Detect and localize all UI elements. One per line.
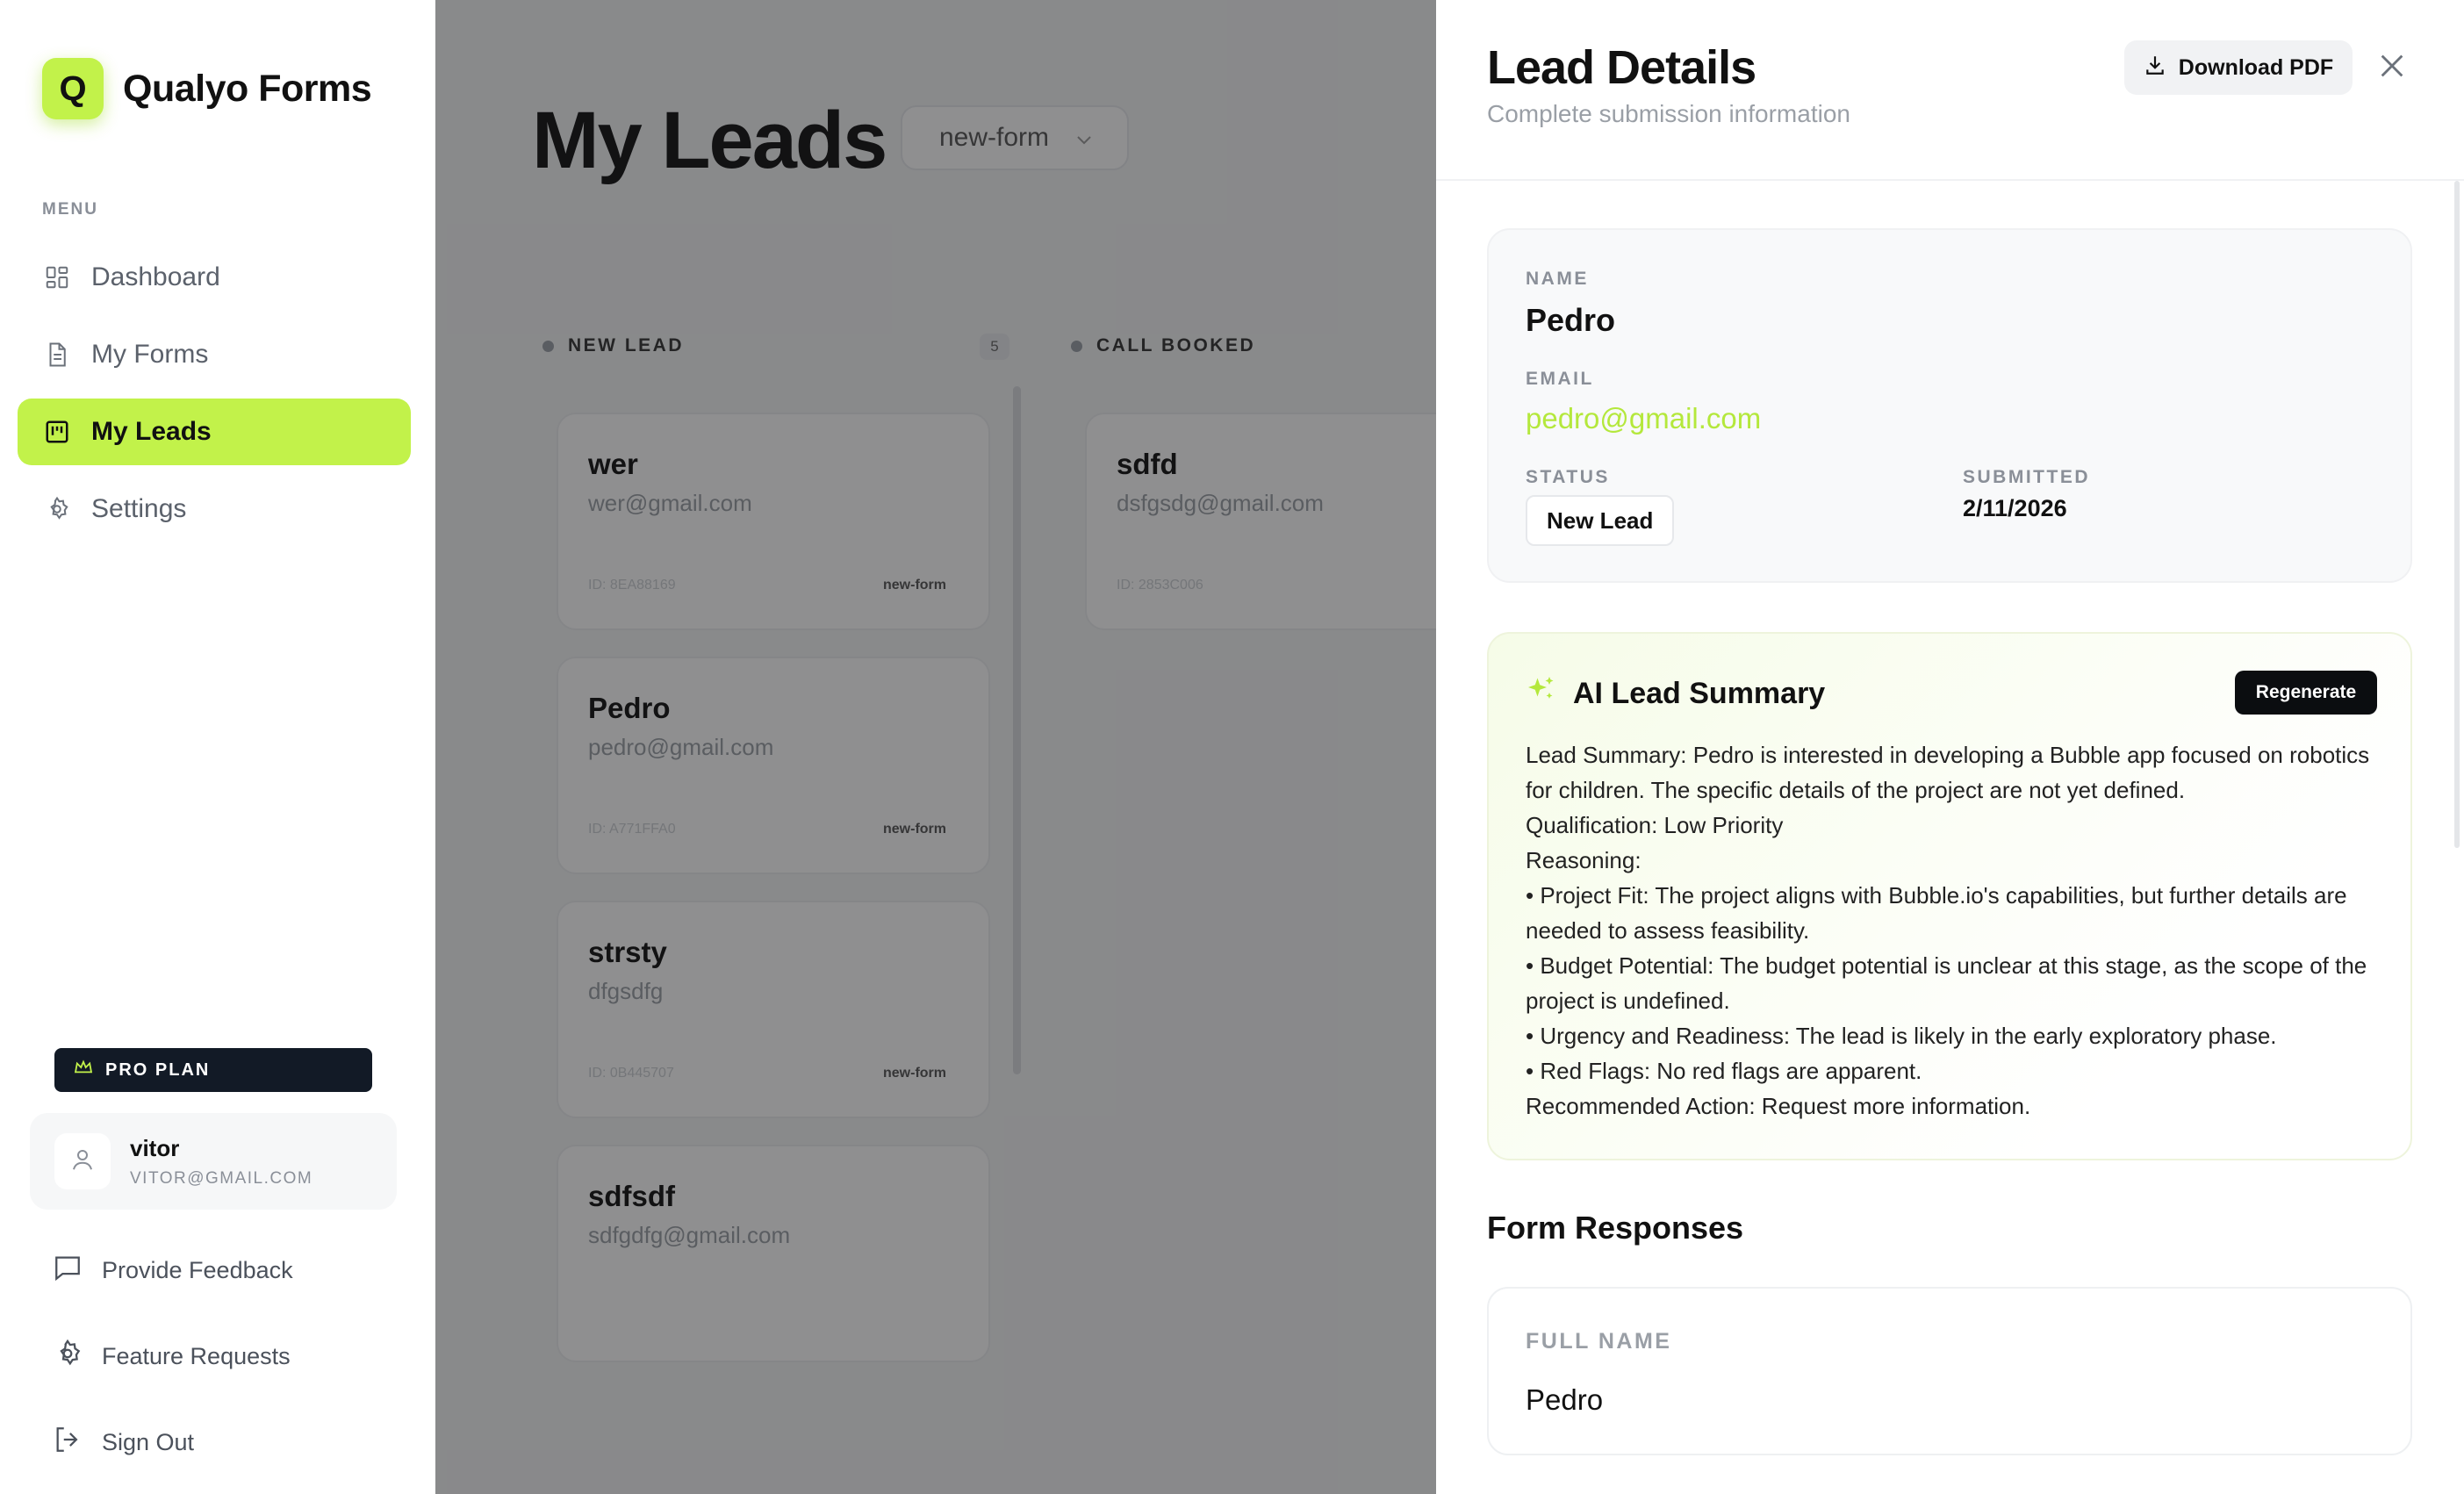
sidebar-item-label: My Leads bbox=[91, 417, 212, 446]
response-label: FULL NAME bbox=[1526, 1329, 1672, 1354]
summary-line: Lead Summary: Pedro is interested in dev… bbox=[1526, 742, 2370, 803]
crown-icon bbox=[74, 1059, 93, 1081]
response-card: FULL NAME Pedro bbox=[1487, 1287, 2412, 1455]
sidebar-footer: Provide Feedback Feature Requests Sign O… bbox=[53, 1227, 293, 1485]
divider bbox=[1436, 179, 2464, 181]
gear-icon bbox=[53, 1339, 83, 1375]
ai-summary-card: AI Lead Summary Regenerate Lead Summary:… bbox=[1487, 632, 2412, 1160]
user-profile-card[interactable]: vitor VITOR@GMAIL.COM bbox=[30, 1113, 397, 1210]
sidebar-item-label: Settings bbox=[91, 494, 187, 523]
summary-line: Qualification: Low Priority bbox=[1526, 812, 1784, 838]
drawer-title: Lead Details bbox=[1487, 41, 1756, 94]
user-email: VITOR@GMAIL.COM bbox=[130, 1168, 313, 1188]
brand-logo: Q bbox=[42, 58, 104, 119]
close-icon bbox=[2377, 51, 2407, 85]
provide-feedback-label: Provide Feedback bbox=[102, 1256, 293, 1283]
pro-plan-label: PRO PLAN bbox=[105, 1059, 211, 1080]
user-name: vitor bbox=[130, 1134, 180, 1161]
sign-out-icon bbox=[53, 1425, 83, 1461]
drawer-scrollbar[interactable] bbox=[2454, 181, 2460, 848]
name-value: Pedro bbox=[1526, 302, 1616, 338]
feature-requests-label: Feature Requests bbox=[102, 1342, 291, 1369]
sidebar-item-my-forms[interactable]: My Forms bbox=[18, 321, 411, 388]
status-label: STATUS bbox=[1526, 467, 1610, 487]
submitted-date: 2/11/2026 bbox=[1963, 495, 2067, 521]
download-pdf-button[interactable]: Download PDF bbox=[2124, 40, 2353, 95]
dashboard-grid-icon bbox=[42, 262, 72, 292]
summary-bullet: Urgency and Readiness: The lead is likel… bbox=[1526, 1018, 2386, 1053]
close-button[interactable] bbox=[2372, 47, 2412, 88]
response-value: Pedro bbox=[1526, 1383, 1604, 1416]
sign-out-link[interactable]: Sign Out bbox=[53, 1399, 293, 1485]
brand-logo-letter: Q bbox=[59, 68, 87, 108]
sidebar-item-dashboard[interactable]: Dashboard bbox=[18, 244, 411, 311]
sidebar-nav: Dashboard My Forms My Leads Settings bbox=[18, 244, 411, 553]
sign-out-label: Sign Out bbox=[102, 1428, 195, 1455]
pro-plan-badge[interactable]: PRO PLAN bbox=[54, 1048, 372, 1092]
download-pdf-label: Download PDF bbox=[2178, 54, 2334, 80]
name-label: NAME bbox=[1526, 269, 1589, 289]
sidebar-item-label: Dashboard bbox=[91, 262, 220, 291]
regenerate-button[interactable]: Regenerate bbox=[2235, 671, 2377, 715]
form-responses-title: Form Responses bbox=[1487, 1210, 1744, 1246]
menu-section-label: MENU bbox=[42, 200, 98, 219]
document-icon bbox=[42, 340, 72, 370]
submitted-label: SUBMITTED bbox=[1963, 467, 2090, 487]
status-badge[interactable]: New Lead bbox=[1526, 495, 1675, 546]
brand-name: Qualyo Forms bbox=[123, 67, 372, 110]
gear-icon bbox=[42, 494, 72, 524]
kanban-board-icon bbox=[42, 417, 72, 447]
sidebar-item-my-leads[interactable]: My Leads bbox=[18, 399, 411, 465]
summary-bullet: Budget Potential: The budget potential i… bbox=[1526, 948, 2386, 1018]
email-label: EMAIL bbox=[1526, 369, 1594, 389]
lead-info-card: NAME Pedro EMAIL pedro@gmail.com STATUS … bbox=[1487, 228, 2412, 583]
provide-feedback-link[interactable]: Provide Feedback bbox=[53, 1227, 293, 1313]
feature-requests-link[interactable]: Feature Requests bbox=[53, 1313, 293, 1399]
lead-details-drawer: Lead Details Complete submission informa… bbox=[1436, 0, 2464, 1494]
user-icon bbox=[69, 1146, 96, 1177]
email-link[interactable]: pedro@gmail.com bbox=[1526, 402, 1761, 435]
sparkles-icon bbox=[1526, 674, 1557, 714]
summary-line: Recommended Action: Request more informa… bbox=[1526, 1093, 2031, 1119]
sidebar-item-label: My Forms bbox=[91, 340, 209, 369]
sidebar-item-settings[interactable]: Settings bbox=[18, 476, 411, 542]
ai-summary-title: AI Lead Summary bbox=[1573, 677, 1826, 710]
drawer-subtitle: Complete submission information bbox=[1487, 100, 1850, 127]
modal-backdrop[interactable] bbox=[435, 0, 1436, 1494]
download-icon bbox=[2144, 54, 2166, 83]
summary-line: Reasoning: bbox=[1526, 847, 1641, 873]
summary-bullet: Red Flags: No red flags are apparent. bbox=[1526, 1053, 2386, 1088]
brand[interactable]: Q Qualyo Forms bbox=[42, 58, 372, 119]
sidebar: Q Qualyo Forms MENU Dashboard My Forms M… bbox=[0, 0, 435, 1494]
avatar bbox=[54, 1133, 111, 1189]
chat-bubble-icon bbox=[53, 1253, 83, 1289]
ai-summary-text: Lead Summary: Pedro is interested in dev… bbox=[1526, 737, 2386, 1124]
ai-summary-header: AI Lead Summary bbox=[1526, 674, 1825, 714]
summary-bullet: Project Fit: The project aligns with Bub… bbox=[1526, 878, 2386, 948]
